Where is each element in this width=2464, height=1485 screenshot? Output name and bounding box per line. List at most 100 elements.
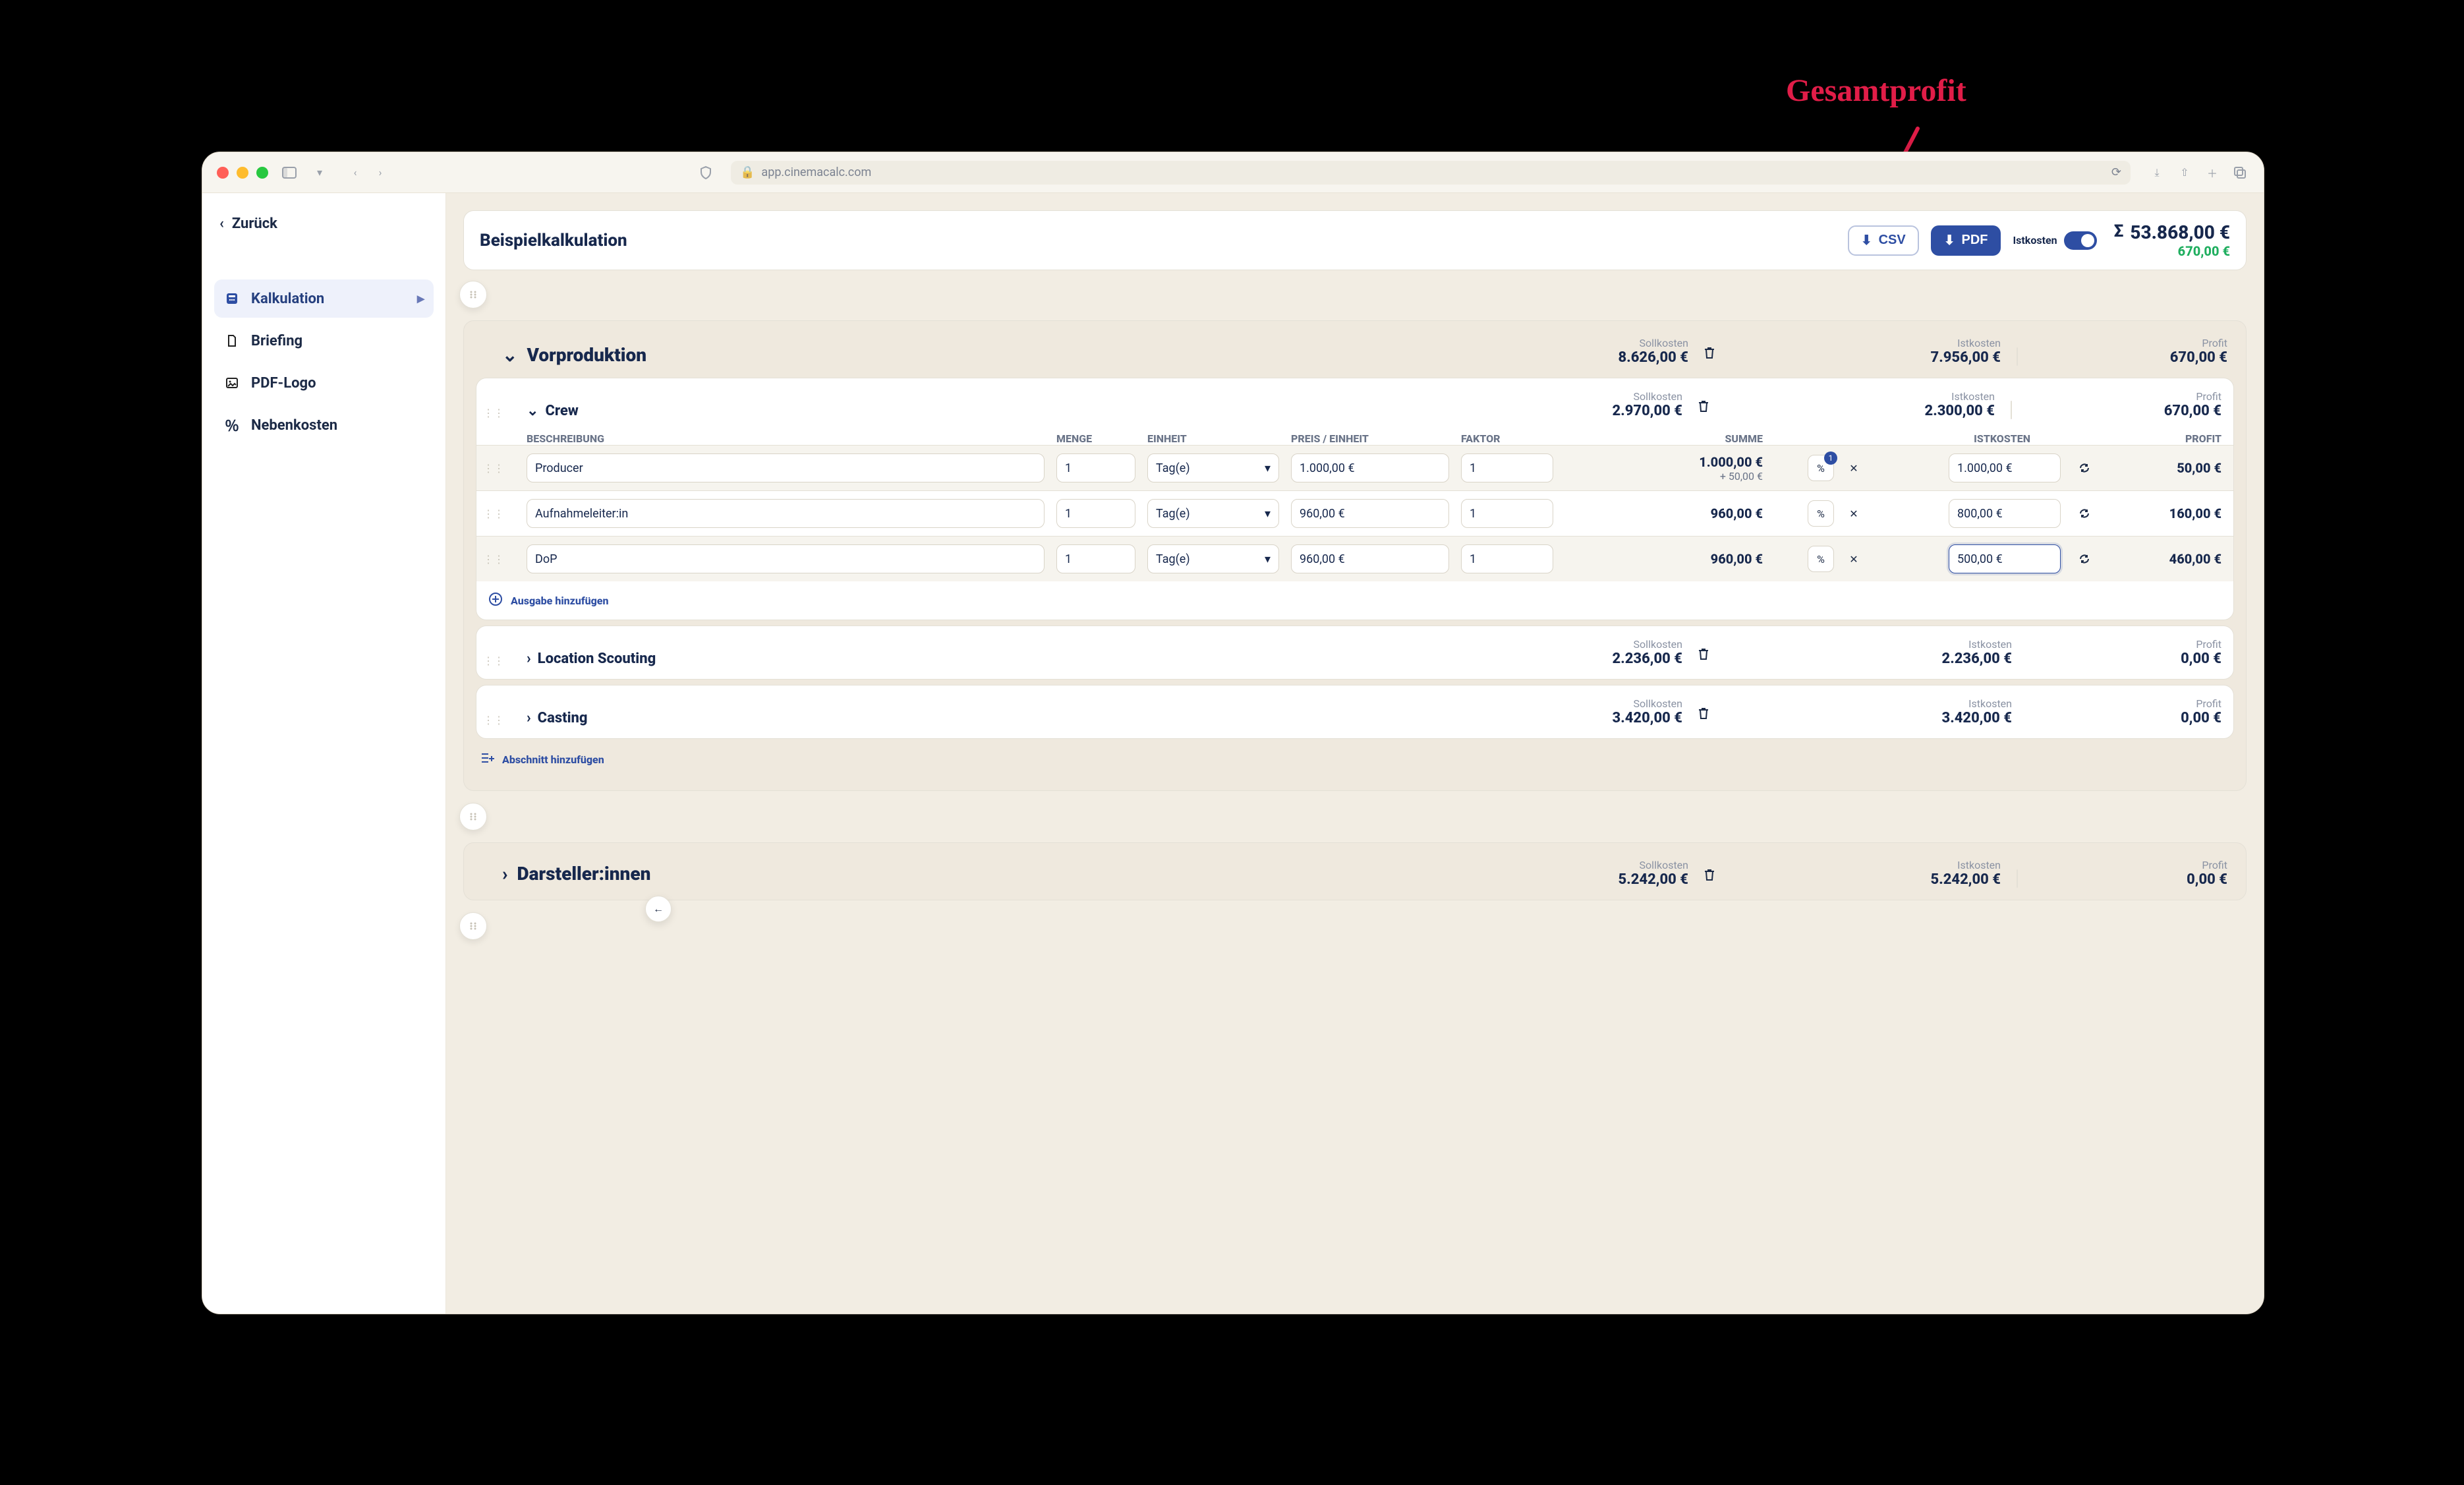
value: 500,00 € xyxy=(1957,552,2003,566)
ist-input[interactable]: 1.000,00 € xyxy=(1949,453,2061,482)
menge-input[interactable]: 1 xyxy=(1056,453,1135,482)
preis-input[interactable]: 1.000,00 € xyxy=(1291,453,1449,482)
url-bar[interactable]: 🔒 app.cinemacalc.com ⟳ xyxy=(731,161,2131,185)
nav-back-button[interactable]: ‹ xyxy=(346,163,364,182)
nav-forward-button[interactable]: › xyxy=(371,163,389,182)
ist-input[interactable]: 500,00 € xyxy=(1949,544,2061,573)
share-icon[interactable]: ⇧ xyxy=(2175,163,2194,182)
image-icon xyxy=(223,374,241,392)
col-preis-einheit: PREIS / EINHEIT xyxy=(1291,432,1449,445)
preis-input[interactable]: 960,00 € xyxy=(1291,499,1449,528)
sidebar-item-briefing[interactable]: Briefing xyxy=(214,322,434,360)
value: 1 xyxy=(1065,461,1072,475)
einheit-select[interactable]: Tag(e) ▾ xyxy=(1147,544,1279,573)
delete-phase-button[interactable] xyxy=(1696,339,1723,366)
drag-icon[interactable]: ⋮⋮ xyxy=(483,508,515,520)
back-button[interactable]: ‹ Zurück xyxy=(214,210,283,237)
group-toggle[interactable]: › Casting xyxy=(527,710,1415,726)
beschreibung-input[interactable]: Aufnahmeleiter:in xyxy=(527,499,1045,528)
beschreibung-input[interactable]: DoP xyxy=(527,544,1045,573)
trash-icon xyxy=(1697,399,1710,413)
sidebar-toggle-icon[interactable] xyxy=(280,163,299,182)
value: 1 xyxy=(1470,461,1476,475)
maximize-window-button[interactable] xyxy=(256,167,268,179)
separator xyxy=(2017,347,2018,366)
privacy-shield-icon[interactable] xyxy=(697,163,715,182)
drag-icon[interactable]: ⋮⋮ xyxy=(483,462,515,475)
label-istkosten: Istkosten xyxy=(1957,337,2001,349)
value-profit: 670,00 € xyxy=(2164,403,2221,419)
sidebar-item-pdf-logo[interactable]: PDF-Logo xyxy=(214,364,434,402)
value-istkosten: 2.236,00 € xyxy=(1942,651,2012,667)
sidebar-item-kalkulation[interactable]: Kalkulation ▸ xyxy=(214,279,434,318)
profit-value: 670,00 € xyxy=(2178,243,2230,259)
drag-icon[interactable]: ⋮⋮ xyxy=(483,655,515,667)
label-sollkosten: Sollkosten xyxy=(1640,337,1688,349)
download-icon[interactable]: ⤓ xyxy=(2148,163,2166,182)
chevron-left-icon: ‹ xyxy=(219,216,224,232)
remove-line-button[interactable]: ✕ xyxy=(1841,546,1867,572)
value: Producer xyxy=(535,461,583,475)
chevron-down-icon: ⌄ xyxy=(527,403,538,419)
pdf-label: PDF xyxy=(1961,233,1988,248)
sync-button[interactable] xyxy=(2071,500,2098,527)
remove-line-button[interactable]: ✕ xyxy=(1841,455,1867,481)
einheit-select[interactable]: Tag(e) ▾ xyxy=(1147,453,1279,482)
ist-input[interactable]: 800,00 € xyxy=(1949,499,2061,528)
new-tab-icon[interactable]: ＋ xyxy=(2203,163,2221,182)
content: Beispielkalkulation ⬇ CSV ⬇ PDF Istkoste… xyxy=(446,193,2264,1314)
toggle-switch[interactable] xyxy=(2064,231,2097,250)
close-window-button[interactable] xyxy=(217,167,229,179)
drag-icon[interactable]: ⋮⋮ xyxy=(483,714,515,726)
group-toggle[interactable]: › Location Scouting xyxy=(527,651,1415,667)
phase-drag-handle[interactable] xyxy=(459,912,487,940)
drag-icon[interactable]: ⋮⋮ xyxy=(483,407,515,419)
faktor-input[interactable]: 1 xyxy=(1461,544,1553,573)
sidebar-item-label: Briefing xyxy=(251,333,302,349)
menge-input[interactable]: 1 xyxy=(1056,499,1135,528)
sidebar-item-nebenkosten[interactable]: ％ Nebenkosten xyxy=(214,406,434,444)
reader-reload-icon[interactable]: ⟳ xyxy=(2111,165,2121,179)
sync-button[interactable] xyxy=(2071,546,2098,572)
remove-line-button[interactable]: ✕ xyxy=(1841,500,1867,527)
add-expense-button[interactable]: Ausgabe hinzufügen xyxy=(476,581,2233,620)
minimize-window-button[interactable] xyxy=(237,167,248,179)
phase-darstellerinnen: › Darsteller:innen Sollkosten 5.242,00 € xyxy=(463,842,2247,900)
export-csv-button[interactable]: ⬇ CSV xyxy=(1848,225,1919,256)
phase-drag-handle[interactable] xyxy=(459,281,487,308)
chevron-down-icon[interactable]: ▾ xyxy=(310,163,329,182)
chevron-right-icon: › xyxy=(502,863,508,885)
menge-input[interactable]: 1 xyxy=(1056,544,1135,573)
value: Tag(e) xyxy=(1156,552,1190,566)
phase-toggle[interactable]: ⌄ Vorproduktion xyxy=(502,344,1421,366)
sync-button[interactable] xyxy=(2071,455,2098,481)
export-pdf-button[interactable]: ⬇ PDF xyxy=(1931,225,2001,256)
istkosten-toggle[interactable]: Istkosten xyxy=(2013,231,2096,250)
trash-icon xyxy=(1703,345,1716,360)
delete-group-button[interactable] xyxy=(1690,641,1717,667)
group-toggle[interactable]: ⌄ Crew xyxy=(527,403,1415,419)
drag-icon[interactable]: ⋮⋮ xyxy=(483,553,515,566)
faktor-input[interactable]: 1 xyxy=(1461,453,1553,482)
add-section-button[interactable]: Abschnitt hinzufügen xyxy=(480,751,2230,768)
preis-input[interactable]: 960,00 € xyxy=(1291,544,1449,573)
delete-group-button[interactable] xyxy=(1690,393,1717,419)
summe-main: 960,00 € xyxy=(1711,506,1763,521)
delete-group-button[interactable] xyxy=(1690,700,1717,726)
separator xyxy=(2017,869,2018,888)
phase-toggle[interactable]: › Darsteller:innen xyxy=(502,863,1421,885)
faktor-input[interactable]: 1 xyxy=(1461,499,1553,528)
value: Aufnahmeleiter:in xyxy=(535,507,628,521)
phase-drag-handle[interactable] xyxy=(459,803,487,830)
percent-button[interactable]: % xyxy=(1808,500,1834,527)
phase-vorproduktion: ⌄ Vorproduktion Sollkosten 8.626,00 € xyxy=(463,320,2247,791)
profit-value: 460,00 € xyxy=(2169,551,2221,567)
collapse-sidebar-button[interactable]: ← xyxy=(645,896,672,922)
value-profit: 670,00 € xyxy=(2170,349,2227,366)
percent-button[interactable]: % xyxy=(1808,455,1834,481)
percent-button[interactable]: % xyxy=(1808,546,1834,572)
delete-phase-button[interactable] xyxy=(1696,861,1723,888)
beschreibung-input[interactable]: Producer xyxy=(527,453,1045,482)
tabs-overview-icon[interactable] xyxy=(2231,163,2249,182)
einheit-select[interactable]: Tag(e) ▾ xyxy=(1147,499,1279,528)
